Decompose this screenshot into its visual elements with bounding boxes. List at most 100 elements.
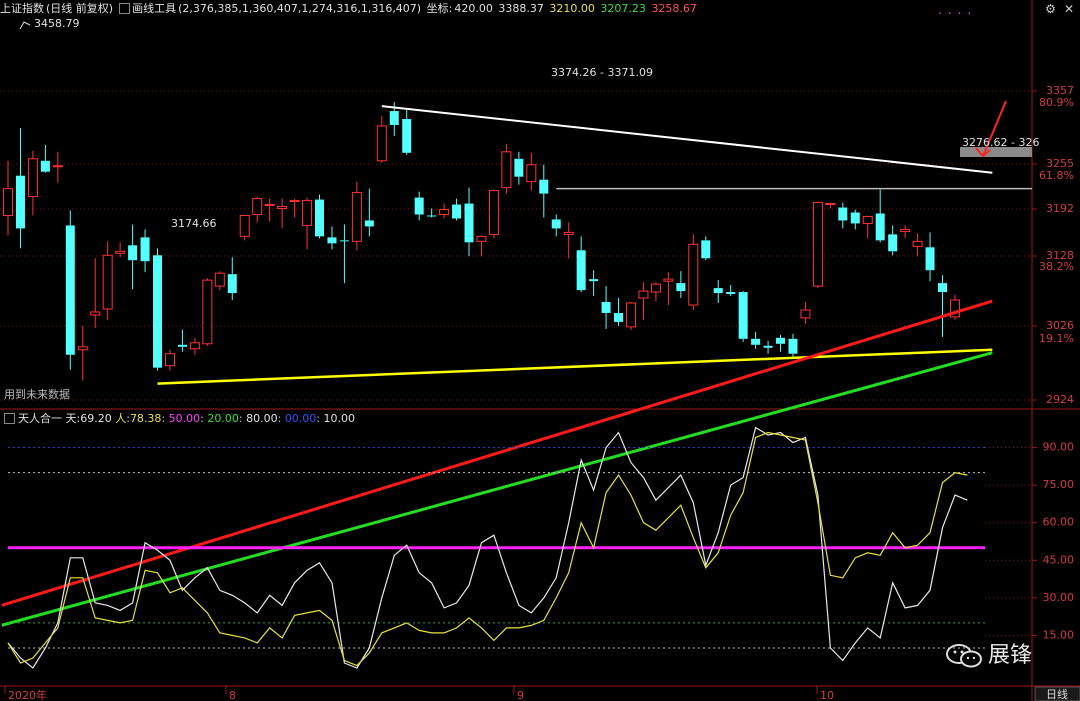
time-tick-label: 2020年 (8, 688, 47, 701)
coord-label: 坐标: (426, 2, 453, 15)
tool-name[interactable]: 画线工具 (132, 2, 176, 15)
box-label: 3276.62 - 326 (962, 136, 1039, 149)
ratio-tick-label: 80.9% (1039, 96, 1074, 109)
support-line-red (1, 299, 993, 607)
period-button-label: 日线 (1046, 687, 1068, 701)
tool-values: (2,376,385,1,360,407,1,274,316,1,316,407… (178, 2, 422, 15)
candle-down (788, 338, 798, 354)
value-2: 3210.00 (549, 2, 595, 15)
candle-up (189, 342, 200, 350)
candle-up (862, 215, 873, 224)
candle-up (900, 228, 911, 232)
window-buttons: ⚙ ✕ (1037, 2, 1074, 16)
candle-up (27, 158, 38, 198)
time-tick-label: 10 (820, 689, 834, 701)
candle-down (713, 288, 723, 294)
price-tick-label: 2924 (1046, 393, 1074, 406)
level-80: 80.00 (246, 412, 278, 425)
candle-down (128, 245, 138, 261)
drawing-tool-icon[interactable] (119, 2, 131, 14)
ren-value: 78.38 (129, 412, 162, 425)
level-50: 50.00 (168, 412, 201, 425)
candle-down (614, 312, 624, 322)
indicator-tick-label: 15.00 (1043, 628, 1075, 641)
candle-down (402, 119, 412, 153)
indicator-tick-label: 90.00 (1043, 441, 1075, 454)
candle-up (439, 209, 450, 215)
candle-up (302, 200, 313, 226)
coord-value: 420.00 (454, 2, 493, 15)
indicator-tick-label: 60.00 (1043, 516, 1075, 529)
price-tick-label: 3026 (1046, 319, 1074, 332)
candle-down (888, 234, 898, 252)
level-00: 00.00 (284, 412, 317, 425)
drawing-dots: .... (938, 3, 978, 17)
indicator-name[interactable]: 天人合一 (18, 412, 62, 425)
candle-up (563, 231, 574, 235)
candle-down (364, 220, 374, 227)
candle-down (539, 179, 549, 194)
candle-down (464, 203, 474, 243)
candle-up (912, 240, 923, 247)
ren-label: 人: (115, 412, 130, 425)
indicator-menu-icon[interactable] (4, 412, 15, 424)
candle-up (501, 151, 512, 189)
candle-down (177, 344, 187, 347)
candle-up (214, 272, 225, 287)
candle-down (850, 212, 860, 224)
candle-up (663, 278, 674, 282)
candle-down (227, 274, 237, 294)
candle-up (376, 125, 387, 162)
candle-down (701, 240, 711, 259)
candle-up (252, 198, 263, 215)
candle-down (938, 283, 947, 293)
candle-up (626, 302, 636, 328)
candle-up (289, 200, 300, 203)
high-marker (19, 21, 31, 30)
candle-down (925, 247, 935, 271)
close-icon[interactable]: ✕ (1064, 2, 1074, 16)
period-label: (日线 前复权) (46, 2, 114, 15)
value-4: 3258.67 (651, 2, 697, 15)
candle-up (812, 202, 823, 287)
candle-down (551, 219, 561, 229)
candle-up (638, 290, 649, 299)
candle-up (3, 188, 13, 216)
candle-down (601, 302, 611, 313)
candle-up (102, 254, 113, 310)
candle-up (115, 250, 126, 254)
future-data-label: 用到未来数据 (4, 387, 70, 401)
value-1: 3388.37 (498, 2, 544, 15)
candle-down (751, 338, 761, 345)
main-header: 上证指数 (日线 前复权) 画线工具 (2,376,385,1,360,407,1,2… (0, 0, 1080, 18)
settings-icon[interactable]: ⚙ (1045, 2, 1056, 16)
candle-down (726, 292, 736, 295)
indicator-tick-label: 75.00 (1043, 478, 1075, 491)
level-20: 20.00 (207, 412, 239, 425)
candle-up (90, 311, 101, 316)
price-tick-label: 3192 (1046, 202, 1074, 215)
candle-up (77, 346, 88, 351)
candle-down (776, 337, 786, 344)
candle-up (800, 309, 811, 319)
candle-down (327, 237, 337, 244)
candle-down (452, 204, 462, 219)
value-3: 3207.23 (600, 2, 646, 15)
candle-down (339, 240, 349, 242)
candle-up (526, 164, 537, 183)
candle-down (676, 283, 686, 292)
candle-up (825, 203, 836, 206)
level-10: 10.00 (323, 412, 356, 425)
low-label: 3174.66 (171, 217, 217, 230)
high-label: 3458.79 (34, 17, 80, 30)
ratio-tick-label: 38.2% (1039, 260, 1074, 273)
candle-down (589, 279, 599, 282)
support-line-yellow (157, 348, 993, 385)
neckline-label: 3374.26 - 3371.09 (551, 66, 653, 79)
indicator-tick-label: 45.00 (1043, 553, 1075, 566)
candle-up (351, 192, 362, 242)
candle-up (476, 235, 487, 242)
main-chart: 33573255319231283026292480.9%61.8%38.2%1… (0, 0, 1080, 701)
support-line-green (1, 351, 993, 627)
tian-label: 天: (65, 412, 81, 425)
